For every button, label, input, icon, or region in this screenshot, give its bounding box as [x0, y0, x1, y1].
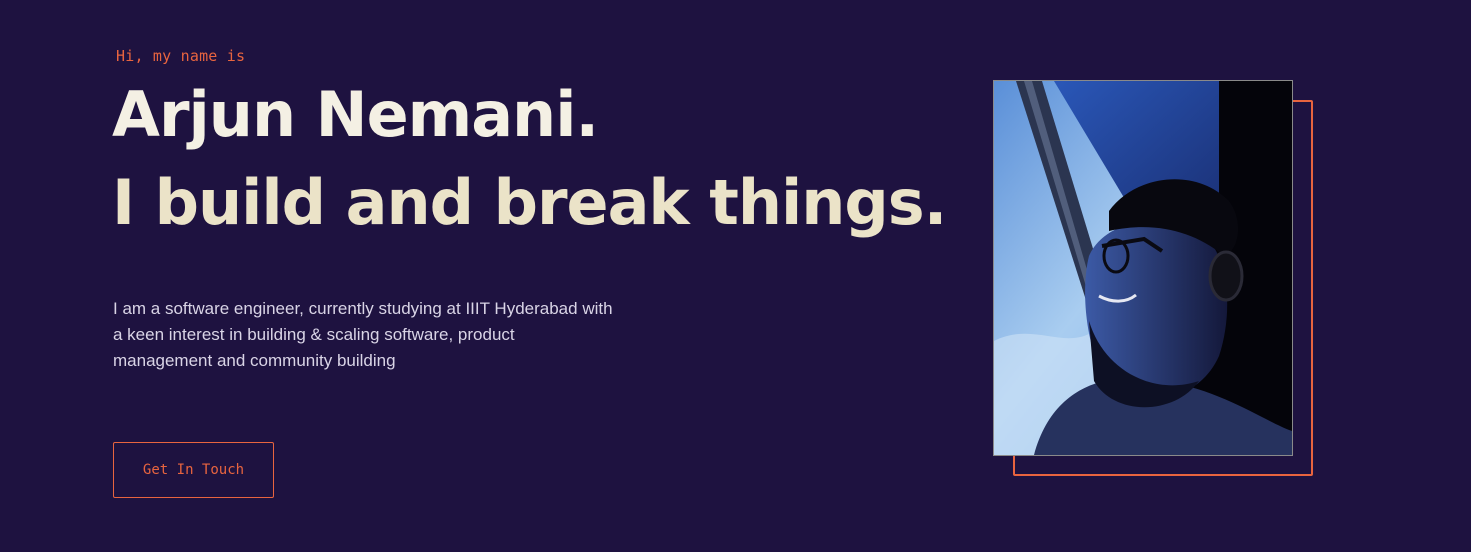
get-in-touch-button[interactable]: Get In Touch: [113, 442, 274, 498]
hero-section: Hi, my name is Arjun Nemani. I build and…: [0, 0, 1471, 552]
profile-photo: [993, 80, 1293, 456]
name-heading: Arjun Nemani.: [112, 78, 599, 151]
bio-text: I am a software engineer, currently stud…: [113, 299, 613, 370]
greeting-text: Hi, my name is: [116, 47, 246, 65]
tagline-heading: I build and break things.: [112, 166, 947, 239]
